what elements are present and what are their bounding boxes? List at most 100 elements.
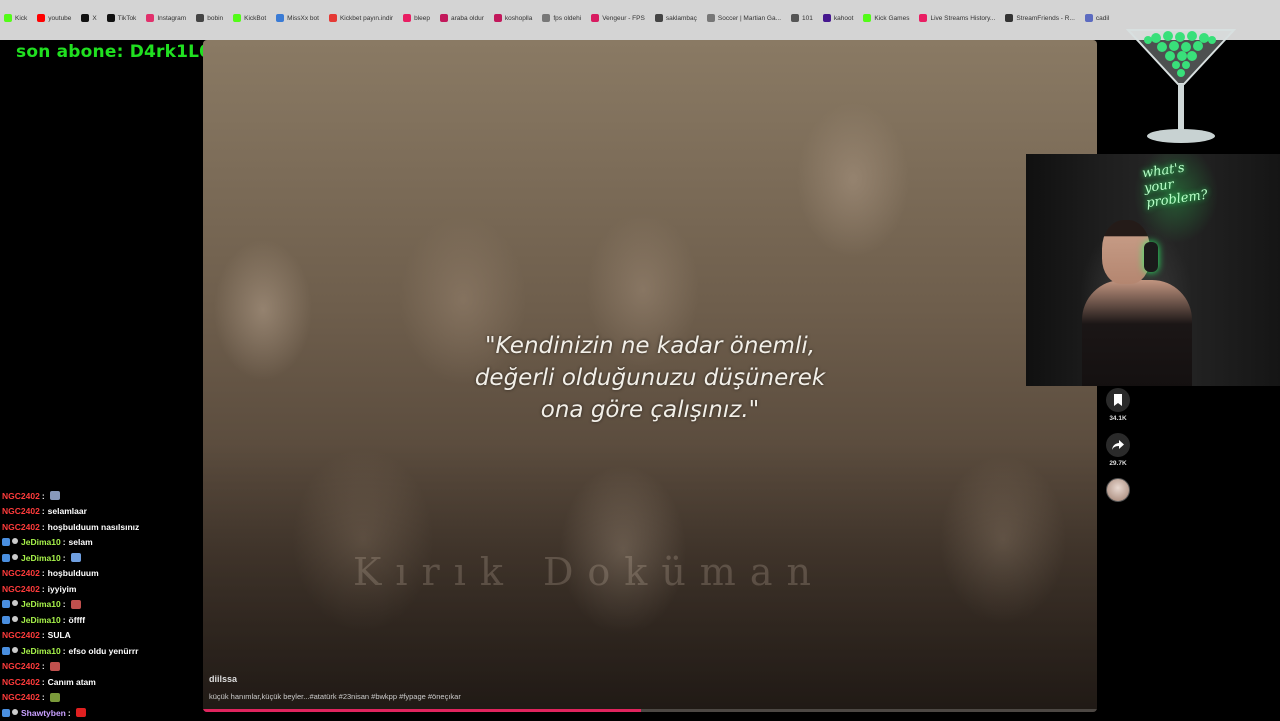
headset-icon [1144, 242, 1158, 272]
bookmark-item[interactable]: Soccer | Martian Ga... [706, 14, 782, 22]
chat-username[interactable]: NGC2402 [2, 506, 40, 516]
chat-separator: : [41, 506, 45, 517]
chat-separator: : [62, 599, 66, 610]
bookmark-item[interactable]: MissXx bot [276, 14, 319, 22]
bookmark-favicon-icon [542, 14, 551, 22]
sub-badge-icon [12, 538, 18, 545]
chat-emote-icon [70, 553, 81, 563]
chat-username[interactable]: JeDima10 [21, 615, 61, 625]
bookmark-item[interactable]: StreamFriends - R... [1005, 14, 1075, 22]
bookmark-label: Kickbet payın.indir [339, 14, 394, 22]
bookmark-label: Kick Games [874, 14, 910, 22]
bookmark-item[interactable]: araba oldur [440, 14, 484, 22]
chat-message: JeDima10: [2, 550, 202, 566]
chat-separator: : [41, 583, 45, 594]
bookmark-item[interactable]: koshoplla [493, 14, 532, 22]
chat-username[interactable]: NGC2402 [2, 568, 40, 578]
user-badges [2, 600, 18, 609]
chat-emote-icon [49, 661, 60, 671]
chat-username[interactable]: NGC2402 [2, 692, 40, 702]
chat-username[interactable]: JeDima10 [21, 646, 61, 656]
bookmark-label: Soccer | Martian Ga... [717, 14, 782, 22]
neon-sign: what's your problem? [1141, 158, 1209, 212]
chat-username[interactable]: NGC2402 [2, 661, 40, 671]
bookmark-item[interactable]: X [81, 14, 97, 22]
sound-avatar[interactable] [1106, 478, 1130, 502]
share-icon[interactable] [1106, 433, 1130, 457]
chat-username[interactable]: NGC2402 [2, 522, 40, 532]
bookmark-item[interactable]: Kickbet payın.indir [328, 14, 394, 22]
bookmark-item[interactable]: KickBot [233, 14, 266, 22]
bookmark-item[interactable]: bleep [403, 14, 430, 22]
bookmark-item[interactable]: kahoot [822, 14, 853, 22]
bookmark-label: youtube [48, 14, 72, 22]
moderator-badge-icon [2, 615, 10, 624]
chat-username[interactable]: JeDima10 [21, 537, 61, 547]
bookmark-label: bobin [207, 14, 224, 22]
chat-username[interactable]: NGC2402 [2, 677, 40, 687]
bookmark-item[interactable]: Instagram [146, 14, 186, 22]
user-badges [2, 615, 18, 624]
chat-username[interactable]: NGC2402 [2, 491, 40, 501]
moderator-badge-icon [2, 646, 10, 655]
bookmark-label: bleep [414, 14, 430, 22]
bookmark-item[interactable]: bobin [196, 14, 223, 22]
bookmark-label: MissXx bot [287, 14, 319, 22]
moderator-badge-icon [2, 600, 10, 609]
chat-separator: : [41, 490, 45, 501]
video-progress-bar[interactable] [203, 709, 1097, 712]
bookmark-item[interactable]: TikTok [106, 14, 136, 22]
chat-message: JeDima10: selam [2, 535, 202, 551]
chat-separator: : [41, 692, 45, 703]
moderator-badge-icon [2, 708, 10, 717]
chat-username[interactable]: NGC2402 [2, 630, 40, 640]
chat-message: NGC2402: [2, 690, 202, 706]
bookmark-favicon-icon [403, 14, 412, 22]
chat-text: hoşbulduum [47, 568, 99, 579]
quote-line: değerli olduğunuzu düşünerek [474, 365, 826, 391]
chat-username[interactable]: JeDima10 [21, 599, 61, 609]
chat-separator: : [62, 537, 66, 548]
chat-text: SULA [47, 630, 71, 641]
chat-text: hoşbulduum nasılsınız [47, 521, 140, 532]
bookmark-item[interactable]: Vengeur - FPS [591, 14, 645, 22]
bookmark-icon[interactable] [1106, 388, 1130, 412]
chat-message: NGC2402: SULA [2, 628, 202, 644]
chat-username[interactable]: NGC2402 [2, 584, 40, 594]
bookmark-favicon-icon [1005, 14, 1014, 22]
chat-message: JeDima10: [2, 597, 202, 613]
video-watermark: Kırık Doküman [353, 550, 825, 594]
chat-emote-icon [70, 599, 81, 609]
bookmark-item[interactable]: 101 [791, 14, 813, 22]
bookmark-item[interactable]: fps oldehi [542, 14, 581, 22]
bookmark-item[interactable]: Live Streams History... [919, 14, 995, 22]
video-player[interactable]: Kırık Doküman "Kendinizin ne kadar öneml… [203, 40, 1097, 712]
chat-emote-icon [49, 692, 60, 702]
video-author[interactable]: diilssa [209, 674, 237, 684]
chat-message: NGC2402: selamlaar [2, 504, 202, 520]
chat-separator: : [67, 707, 71, 718]
video-progress-fill [203, 709, 642, 712]
chat-separator: : [41, 521, 45, 532]
bookmark-favicon-icon [863, 14, 872, 22]
bookmark-item[interactable]: youtube [37, 14, 71, 22]
chat-message: NGC2402: hoşbulduum [2, 566, 202, 582]
bookmark-item[interactable]: Kick Games [863, 14, 909, 22]
bookmark-item[interactable]: cadil [1084, 14, 1109, 22]
user-badges [2, 646, 18, 655]
chat-username[interactable]: JeDima10 [21, 553, 61, 563]
chat-message: JeDima10: öffff [2, 612, 202, 628]
bookmark-favicon-icon [706, 14, 715, 22]
bookmark-label: fps oldehi [553, 14, 582, 22]
bookmark-item[interactable]: saklambaç [654, 14, 697, 22]
bookmark-item[interactable]: Kick [4, 14, 27, 22]
share-count: 29.7K [1109, 460, 1127, 467]
bookmark-favicon-icon [328, 14, 337, 22]
bookmark-label: Kick [15, 14, 28, 22]
user-badges [2, 553, 18, 562]
bookmark-label: Instagram [157, 14, 187, 22]
chat-separator: : [62, 614, 66, 625]
streamer-head [1102, 220, 1150, 284]
sub-badge-icon [12, 600, 18, 607]
chat-username[interactable]: Shawtyben [21, 708, 66, 718]
